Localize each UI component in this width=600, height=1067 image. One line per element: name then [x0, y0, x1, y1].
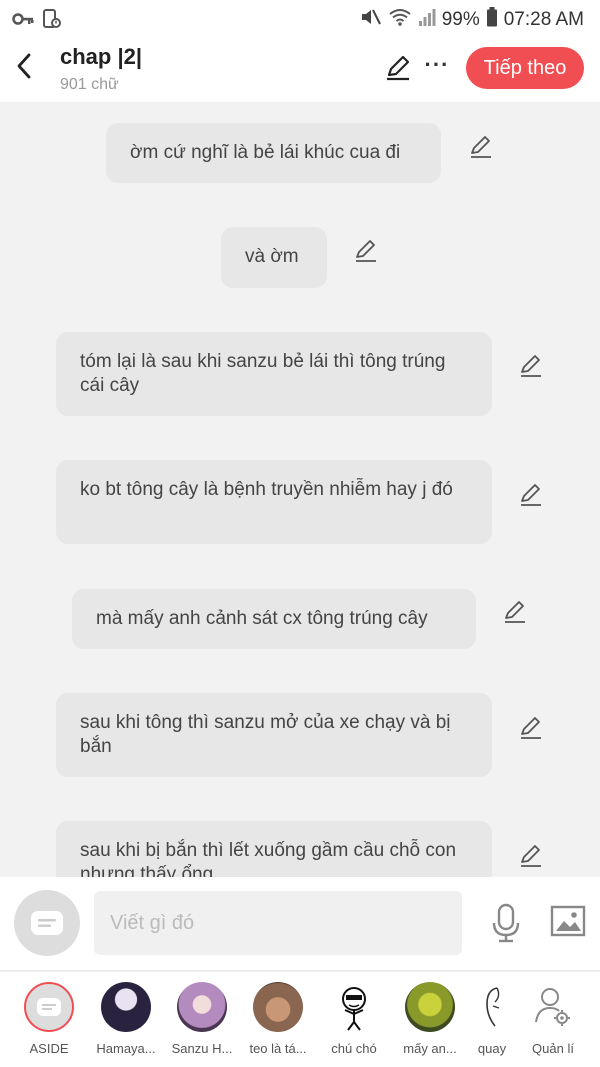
more-options-button[interactable]: ···	[424, 50, 450, 80]
edit-message-button[interactable]	[502, 599, 528, 625]
character-item[interactable]: Hamaya...	[88, 982, 164, 1056]
edit-message-button[interactable]	[518, 843, 544, 869]
manage-icon	[528, 982, 578, 1032]
avatar	[253, 982, 303, 1032]
character-name: Sanzu H...	[171, 1041, 233, 1056]
message-item: ko bt tông cây là bệnh truyền nhiễm hay …	[56, 460, 492, 544]
edit-message-button[interactable]	[468, 134, 494, 160]
avatar	[329, 982, 379, 1032]
character-name: teo là tá...	[249, 1041, 307, 1056]
microphone-icon	[492, 903, 520, 943]
more-icon: ···	[424, 52, 450, 77]
edit-message-button[interactable]	[353, 238, 379, 264]
message-bubble[interactable]: mà mấy anh cảnh sát cx tông trúng cây	[72, 589, 476, 649]
aside-toggle-button[interactable]	[14, 890, 80, 956]
character-name: ASIDE	[29, 1041, 69, 1056]
edit-message-button[interactable]	[518, 353, 544, 379]
character-aside[interactable]: ASIDE	[11, 982, 87, 1056]
message-item: mà mấy anh cảnh sát cx tông trúng cây	[72, 589, 476, 649]
edit-message-button[interactable]	[518, 482, 544, 508]
character-item[interactable]: teo là tá...	[240, 982, 316, 1056]
message-item: sau khi bị bắn thì lết xuống gầm cầu chỗ…	[56, 821, 492, 877]
message-item: ờm cứ nghĩ là bẻ lái khúc cua đi	[106, 123, 441, 183]
message-item: tóm lại là sau khi sanzu bẻ lái thì tông…	[56, 332, 492, 416]
character-item[interactable]: Sanzu H...	[164, 982, 240, 1056]
battery-level: 99%	[441, 9, 480, 30]
edit-message-button[interactable]	[518, 715, 544, 741]
message-item: sau khi tông thì sanzu mở của xe chạy và…	[56, 693, 492, 777]
character-name: Quản lí	[532, 1041, 574, 1056]
image-icon	[550, 905, 586, 937]
pencil-icon	[521, 484, 541, 506]
edit-title-button[interactable]	[384, 54, 412, 82]
status-bar: 99% 07:28 AM	[0, 0, 600, 36]
header: chap |2| 901 chữ ··· Tiếp theo	[0, 36, 600, 102]
next-chapter-button[interactable]: Tiếp theo	[466, 47, 584, 89]
voice-button[interactable]	[490, 903, 522, 943]
character-bar: ASIDE Hamaya... Sanzu H... teo là tá... …	[0, 972, 600, 1067]
aside-avatar	[24, 982, 74, 1032]
message-bubble[interactable]: ko bt tông cây là bệnh truyền nhiễm hay …	[56, 460, 492, 544]
pencil-icon	[505, 601, 525, 623]
wifi-icon	[388, 7, 412, 33]
avatar	[467, 982, 517, 1032]
phone-settings-icon	[42, 9, 62, 34]
battery-icon	[486, 7, 498, 33]
word-count: 901 chữ	[60, 76, 119, 93]
pencil-icon	[521, 845, 541, 867]
manage-characters-button[interactable]: Quản lí	[515, 982, 591, 1056]
pencil-icon	[356, 240, 376, 262]
back-button[interactable]	[10, 50, 38, 82]
mute-icon	[360, 7, 382, 33]
message-bubble[interactable]: sau khi bị bắn thì lết xuống gầm cầu chỗ…	[56, 821, 492, 877]
pencil-icon	[387, 55, 410, 81]
message-bubble[interactable]: tóm lại là sau khi sanzu bẻ lái thì tông…	[56, 332, 492, 416]
chat-bubble-icon	[31, 911, 63, 935]
composer: Viết gì đó	[0, 877, 600, 971]
chevron-left-icon	[17, 53, 31, 79]
message-bubble[interactable]: và ờm	[221, 227, 327, 288]
pencil-icon	[521, 717, 541, 739]
pencil-icon	[471, 136, 491, 158]
message-bubble[interactable]: ờm cứ nghĩ là bẻ lái khúc cua đi	[106, 123, 441, 183]
clock: 07:28 AM	[503, 9, 584, 30]
character-name: Hamaya...	[96, 1041, 156, 1056]
character-name: chú chó	[331, 1041, 377, 1056]
avatar	[405, 982, 455, 1032]
story-messages[interactable]: ờm cứ nghĩ là bẻ lái khúc cua đi và ờm t…	[0, 102, 600, 877]
avatar	[101, 982, 151, 1032]
signal-icon	[418, 7, 436, 33]
message-bubble[interactable]: sau khi tông thì sanzu mở của xe chạy và…	[56, 693, 492, 777]
message-item: và ờm	[221, 227, 327, 288]
page-title: chap |2|	[60, 44, 143, 69]
character-item[interactable]: chú chó	[316, 982, 392, 1056]
key-icon	[12, 12, 34, 31]
chat-bubble-icon	[37, 998, 61, 1016]
avatar	[177, 982, 227, 1032]
image-button[interactable]	[550, 905, 586, 937]
message-input[interactable]: Viết gì đó	[94, 891, 462, 955]
pencil-icon	[521, 355, 541, 377]
